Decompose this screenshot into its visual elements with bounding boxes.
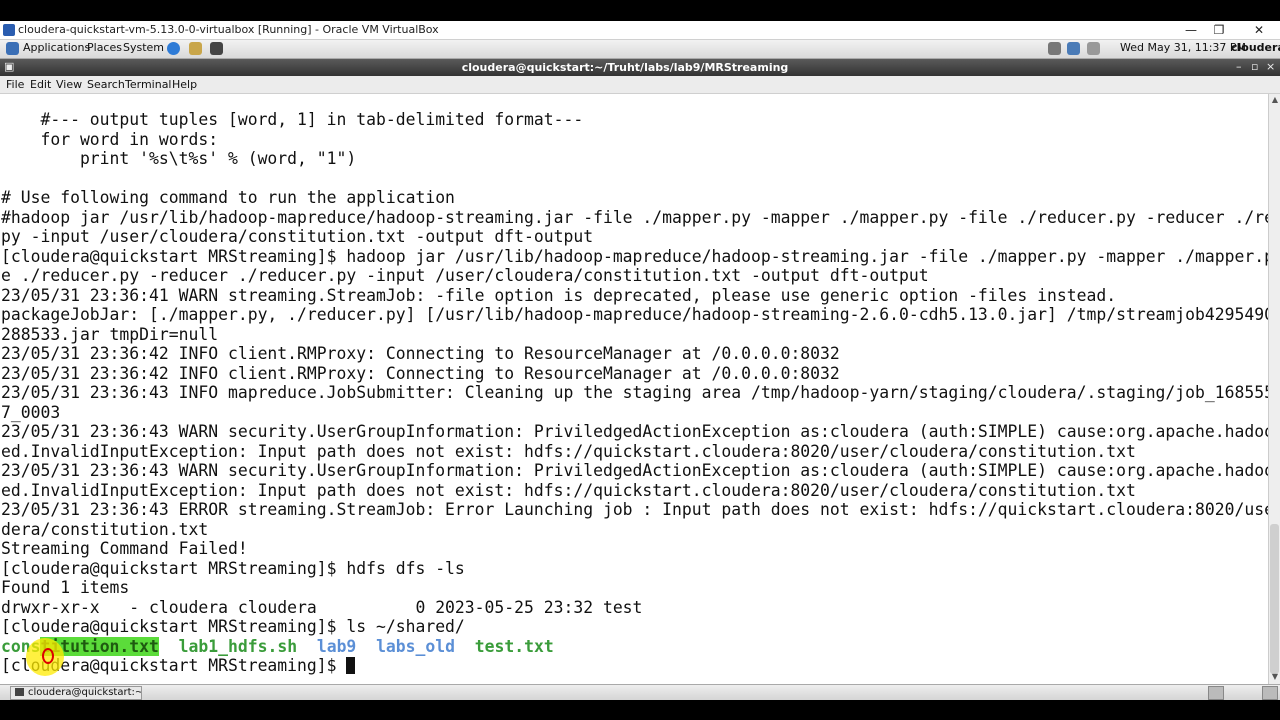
volume-icon[interactable] <box>1048 42 1061 55</box>
terminal-line: 23/05/31 23:36:41 WARN streaming.StreamJ… <box>1 285 1117 305</box>
terminal-line: drwxr-xr-x - cloudera cloudera 0 2023-05… <box>1 597 643 617</box>
text-cursor <box>346 657 356 674</box>
terminal-output[interactable]: #--- output tuples [word, 1] in tab-deli… <box>0 94 1268 684</box>
terminal-line: 23/05/31 23:36:43 WARN security.UserGrou… <box>1 422 1268 441</box>
mouse-pointer-icon <box>42 648 54 664</box>
browser-globe-icon[interactable] <box>167 42 180 55</box>
scroll-up-icon[interactable]: ▲ <box>1270 95 1280 105</box>
terminal-minimize-button[interactable]: – <box>1236 60 1242 73</box>
restore-button[interactable]: ❐ <box>1204 21 1234 39</box>
terminal-line: 23/05/31 23:36:43 INFO mapreduce.JobSubm… <box>1 383 1268 402</box>
terminal-maximize-button[interactable]: ▫ <box>1251 60 1258 73</box>
taskbar-terminal-button[interactable]: cloudera@quickstart:~... <box>10 686 142 700</box>
menu-search[interactable]: Search <box>87 78 125 91</box>
terminal-line: py -input /user/cloudera/constitution.tx… <box>1 227 594 246</box>
clipboard-icon[interactable] <box>1087 42 1100 55</box>
terminal-lines: #--- output tuples [word, 1] in tab-deli… <box>1 110 1268 676</box>
prompt-line[interactable]: [cloudera@quickstart MRStreaming]$ <box>1 656 1268 676</box>
terminal-line: 23/05/31 23:36:43 ERROR streaming.Stream… <box>1 500 1268 519</box>
terminal-line: 23/05/31 23:36:43 WARN security.UserGrou… <box>1 461 1268 480</box>
panel-clock[interactable]: Wed May 31, 11:37 PM <box>1120 41 1246 54</box>
ls-output-line: constitution.txt lab1_hdfs.sh lab9 labs_… <box>1 636 1268 657</box>
terminal-line: #--- output tuples [word, 1] in tab-deli… <box>1 110 584 129</box>
minimize-button[interactable]: — <box>1176 21 1206 39</box>
workspace-2-button[interactable] <box>1262 686 1278 700</box>
menu-view[interactable]: View <box>56 78 82 91</box>
terminal-line: print '%s\t%s' % (word, "1") <box>1 149 357 168</box>
terminal-titlebar: ▣ cloudera@quickstart:~/Truht/labs/lab9/… <box>0 59 1280 76</box>
close-button[interactable]: ✕ <box>1244 21 1274 39</box>
terminal-line: dera/constitution.txt <box>1 519 209 539</box>
menu-applications[interactable]: Applications <box>23 41 90 54</box>
terminal-line: packageJobJar: [./mapper.py, ./reducer.p… <box>1 305 1268 324</box>
applications-icon <box>6 42 19 55</box>
menu-file[interactable]: File <box>6 78 24 91</box>
terminal-line: #hadoop jar /usr/lib/hadoop-mapreduce/ha… <box>1 207 1268 227</box>
menu-edit[interactable]: Edit <box>30 78 51 91</box>
ls-dir-lab9: lab9 <box>316 636 357 656</box>
terminal-line: 288533.jar tmpDir=null <box>1 324 219 344</box>
terminal-line: 23/05/31 23:36:42 INFO client.RMProxy: C… <box>1 363 840 383</box>
terminal-line: ed.InvalidInputException: Input path doe… <box>1 480 1136 500</box>
gnome-bottom-panel: cloudera@quickstart:~... <box>0 684 1280 700</box>
terminal-line: # Use following command to run the appli… <box>1 188 455 207</box>
terminal-launcher-icon[interactable] <box>210 42 223 55</box>
gnome-top-panel: Applications Places System Wed May 31, 1… <box>0 40 1280 59</box>
terminal-line: ed.InvalidInputException: Input path doe… <box>1 441 1136 461</box>
terminal-line: Found 1 items <box>1 578 130 597</box>
terminal-line: 23/05/31 23:36:42 INFO client.RMProxy: C… <box>1 344 840 363</box>
workspace-1-button[interactable] <box>1208 686 1224 700</box>
terminal-line: 7_0003 <box>1 402 61 422</box>
menu-terminal[interactable]: Terminal <box>125 78 172 91</box>
terminal-line: [cloudera@quickstart MRStreaming]$ hdfs … <box>1 558 465 578</box>
vm-window-title: cloudera-quickstart-vm-5.13.0-0-virtualb… <box>18 23 439 36</box>
terminal-close-button[interactable]: × <box>1266 60 1275 73</box>
panel-user[interactable]: cloudera <box>1231 41 1280 54</box>
terminal-task-icon <box>15 688 24 696</box>
ls-dir-labs-old: labs_old <box>376 636 456 656</box>
terminal-line: e ./reducer.py -reducer ./reducer.py -in… <box>1 266 929 285</box>
terminal-line: Streaming Command Failed! <box>1 539 248 558</box>
terminal-menubar: File Edit View Search Terminal Help <box>0 76 1280 94</box>
terminal-line: for word in words: <box>1 129 219 149</box>
vm-window-titlebar: cloudera-quickstart-vm-5.13.0-0-virtualb… <box>0 21 1280 40</box>
terminal-line: [cloudera@quickstart MRStreaming]$ hadoo… <box>1 246 1268 266</box>
network-icon[interactable] <box>1067 42 1080 55</box>
menu-system[interactable]: System <box>123 41 164 54</box>
terminal-line: [cloudera@quickstart MRStreaming]$ ls ~/… <box>1 617 465 636</box>
scroll-down-icon[interactable]: ▼ <box>1270 672 1280 682</box>
ls-file-test: test.txt <box>474 636 554 656</box>
menu-places[interactable]: Places <box>87 41 122 54</box>
taskbar-terminal-label: cloudera@quickstart:~... <box>28 687 142 698</box>
terminal-title: cloudera@quickstart:~/Truht/labs/lab9/MR… <box>461 61 789 74</box>
ls-file-lab1-hdfs: lab1_hdfs.sh <box>178 636 298 656</box>
terminal-scrollbar[interactable]: ▲ ▼ <box>1268 94 1280 684</box>
scrollbar-thumb[interactable] <box>1270 524 1279 674</box>
menu-help[interactable]: Help <box>172 78 197 91</box>
virtualbox-icon <box>3 24 15 36</box>
mail-icon[interactable] <box>189 42 202 55</box>
